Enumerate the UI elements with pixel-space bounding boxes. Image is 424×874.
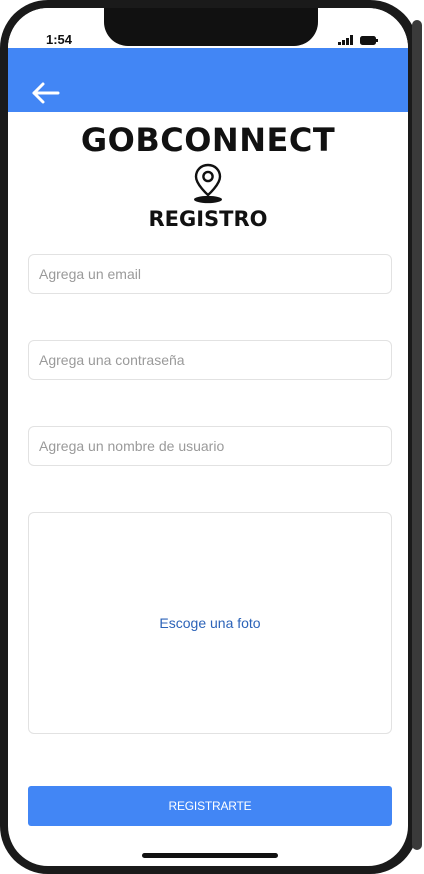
camera-notch: [104, 8, 318, 46]
username-input[interactable]: [28, 426, 392, 466]
photo-picker-label: Escoge una foto: [159, 615, 261, 631]
cellular-signal-icon: [338, 35, 353, 45]
map-pin-icon: [194, 163, 222, 204]
email-input[interactable]: [28, 254, 392, 294]
device-stage: 1:54 GOBCONNECT REGISTRO Agrega un email…: [0, 0, 424, 874]
home-indicator: [142, 853, 278, 858]
status-bar: 1:54: [8, 8, 408, 48]
app-name: GOBCONNECT: [80, 121, 336, 159]
photo-picker[interactable]: Escoge una foto: [28, 512, 392, 734]
password-input[interactable]: [28, 340, 392, 380]
status-time: 1:54: [46, 32, 73, 47]
app-header: [8, 48, 408, 112]
page-title: REGISTRO: [148, 207, 268, 231]
branding-area: GOBCONNECT REGISTRO: [8, 120, 408, 232]
battery-icon: [360, 36, 378, 45]
phone-frame-edge: [412, 20, 422, 850]
phone-screen: 1:54 GOBCONNECT REGISTRO Agrega un email…: [8, 8, 408, 866]
arrow-left-icon: [32, 82, 60, 104]
register-button[interactable]: REGISTRARTE: [28, 786, 392, 826]
back-button[interactable]: [28, 78, 62, 108]
